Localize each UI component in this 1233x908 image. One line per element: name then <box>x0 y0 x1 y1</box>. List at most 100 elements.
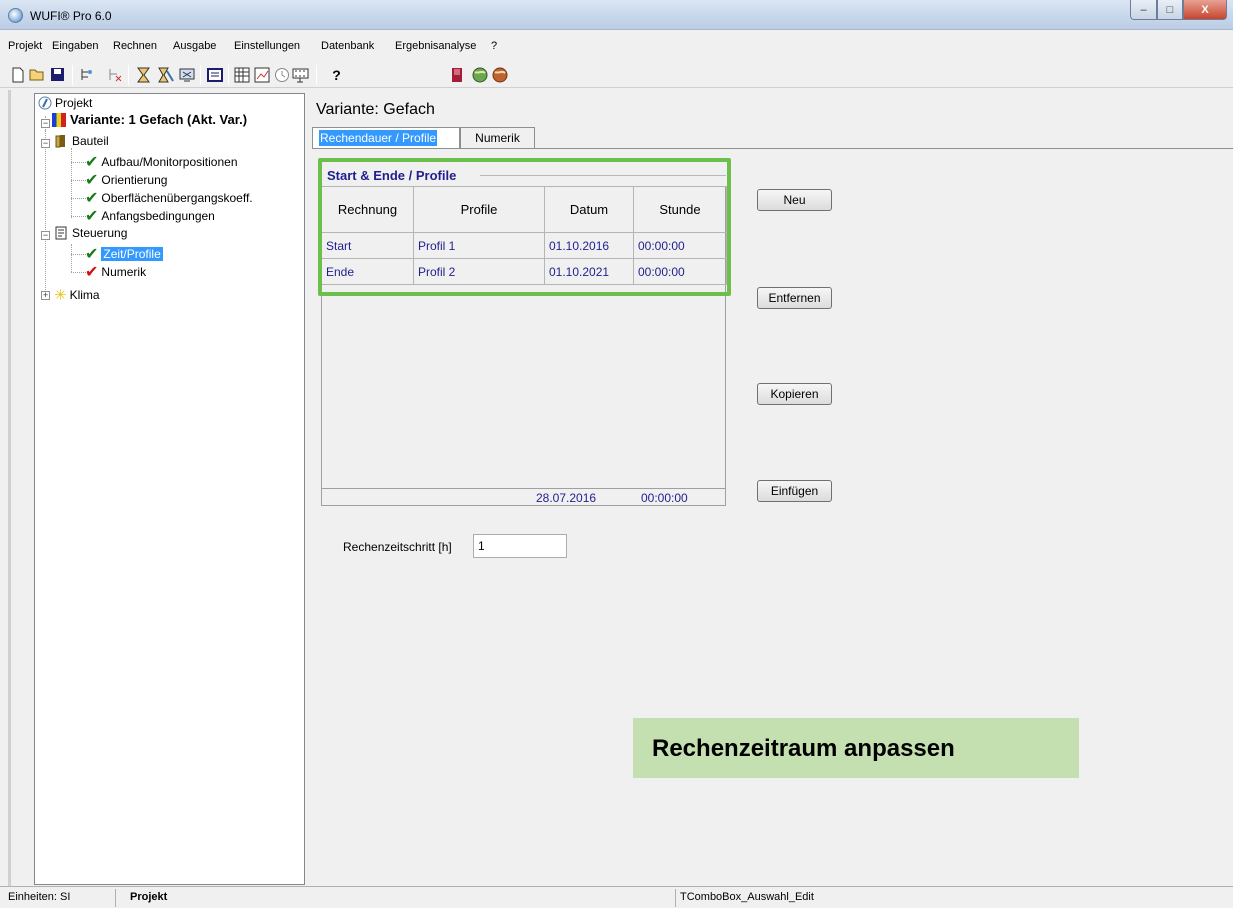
step-label: Rechenzeitschritt [h] <box>343 540 452 554</box>
cell-rechnung[interactable]: Ende <box>321 258 414 285</box>
tree-expander-bauteil[interactable]: − <box>41 139 50 148</box>
check-icon: ✔ <box>85 190 99 207</box>
tree-expander-steuerung[interactable]: − <box>41 231 50 240</box>
tree-expander-klima[interactable]: + <box>41 291 50 300</box>
menu-bar: Projekt Eingaben Rechnen Ausgabe Einstel… <box>0 37 1233 57</box>
cell-stunde[interactable]: 00:00:00 <box>633 258 727 285</box>
header-stunde[interactable]: Stunde <box>633 186 727 233</box>
control-icon <box>55 226 67 240</box>
chart-icon[interactable] <box>253 66 270 83</box>
component-icon <box>55 135 65 148</box>
check-icon: ✔ <box>85 154 99 171</box>
menu-rechnen[interactable]: Rechnen <box>113 40 157 52</box>
tree-node-orientierung[interactable]: ✔ Orientierung <box>85 170 167 190</box>
check-icon: ✔ <box>85 246 99 263</box>
menu-einstellungen[interactable]: Einstellungen <box>234 40 300 52</box>
new-file-icon[interactable] <box>9 66 26 83</box>
check-icon: ✔ <box>85 172 99 189</box>
tree-label-zeit-profile: Zeit/Profile <box>101 247 163 261</box>
table-row[interactable]: Start Profil 1 01.10.2016 00:00:00 <box>321 232 727 259</box>
book-icon[interactable] <box>449 66 466 83</box>
group-title: Start & Ende / Profile <box>324 168 460 183</box>
tab-label-rechendauer: Rechendauer / Profile <box>319 130 438 146</box>
tree-node-bauteil[interactable]: Bauteil <box>54 134 109 148</box>
cell-profile[interactable]: Profil 2 <box>413 258 545 285</box>
tree-label-projekt: Projekt <box>55 96 93 110</box>
tree-label-bauteil: Bauteil <box>72 134 109 148</box>
tree-label-orientierung: Orientierung <box>101 173 168 187</box>
project-tree[interactable]: Projekt − Variante: 1 Gefach (Akt. Var.)… <box>34 93 305 885</box>
variant-title: Variante: Gefach <box>316 101 435 118</box>
title-bar: WUFI® Pro 6.0 – □ X <box>0 0 1233 30</box>
paste-button[interactable]: Einfügen <box>757 480 832 502</box>
menu-projekt[interactable]: Projekt <box>8 40 42 52</box>
tree-node-steuerung[interactable]: Steuerung <box>54 226 127 240</box>
header-datum[interactable]: Datum <box>544 186 634 233</box>
tree-label-steuerung: Steuerung <box>72 226 128 240</box>
cell-profile[interactable]: Profil 1 <box>413 232 545 259</box>
tree-node-projekt[interactable]: Projekt <box>38 96 92 110</box>
tree-node-zeit-profile[interactable]: ✔ Zeit/Profile <box>85 244 163 264</box>
tree-node-oberflaeche[interactable]: ✔ Oberflächenübergangskoeff. <box>85 188 253 208</box>
tree-label-numerik: Numerik <box>101 265 147 279</box>
menu-datenbank[interactable]: Datenbank <box>321 40 374 52</box>
footer-datum: 28.07.2016 <box>536 491 597 505</box>
tree-node-aufbau[interactable]: ✔ Aufbau/Monitorpositionen <box>85 152 238 172</box>
tree-node-variant[interactable]: Variante: 1 Gefach (Akt. Var.) <box>52 112 247 127</box>
open-folder-icon[interactable] <box>29 66 46 83</box>
tab-rechendauer-profile[interactable]: Rechendauer / Profile <box>312 127 460 149</box>
tree-label-anfangsbedingungen: Anfangsbedingungen <box>101 209 215 223</box>
project-icon <box>38 96 52 110</box>
header-profile[interactable]: Profile <box>413 186 545 233</box>
copy-button[interactable]: Kopieren <box>757 383 832 405</box>
step-input[interactable] <box>473 534 567 558</box>
tree-label-oberflaeche: Oberflächenübergangskoeff. <box>101 191 253 205</box>
cell-datum[interactable]: 01.10.2016 <box>544 232 634 259</box>
menu-help[interactable]: ? <box>491 40 497 52</box>
tab-numerik[interactable]: Numerik <box>460 127 535 149</box>
header-rechnung[interactable]: Rechnung <box>321 186 414 233</box>
film-icon[interactable] <box>292 66 309 83</box>
grid-icon[interactable] <box>233 66 250 83</box>
globe-green-icon[interactable] <box>471 66 488 83</box>
window-title: WUFI® Pro 6.0 <box>30 9 112 23</box>
hourglass-icon[interactable] <box>135 66 152 83</box>
tree-node-anfangsbedingungen[interactable]: ✔ Anfangsbedingungen <box>85 206 215 226</box>
help-icon[interactable]: ? <box>328 66 345 83</box>
callout-note: Rechenzeitraum anpassen <box>633 718 1079 778</box>
group-separator <box>480 175 726 176</box>
cell-rechnung[interactable]: Start <box>321 232 414 259</box>
remove-button[interactable]: Entfernen <box>757 287 832 309</box>
close-button[interactable]: X <box>1183 0 1227 20</box>
tree-node-klima[interactable]: ✳ Klima <box>54 286 100 304</box>
maximize-button[interactable]: □ <box>1157 0 1183 20</box>
table-icon[interactable] <box>206 66 223 83</box>
new-button[interactable]: Neu <box>757 189 832 211</box>
check-red-icon: ✔ <box>85 264 99 281</box>
tree-add-icon[interactable] <box>78 66 95 83</box>
profile-table: Rechnung Profile Datum Stunde Start Prof… <box>321 186 727 285</box>
tree-expander-variant[interactable]: − <box>41 119 50 128</box>
hourglass-multi-icon[interactable] <box>157 66 174 83</box>
globe-red-icon[interactable] <box>491 66 508 83</box>
menu-eingaben[interactable]: Eingaben <box>52 40 99 52</box>
tree-node-numerik[interactable]: ✔ Numerik <box>85 262 146 282</box>
menu-ausgabe[interactable]: Ausgabe <box>173 40 216 52</box>
minimize-button[interactable]: – <box>1130 0 1157 20</box>
save-icon[interactable] <box>49 66 66 83</box>
cell-datum[interactable]: 01.10.2021 <box>544 258 634 285</box>
table-header-row: Rechnung Profile Datum Stunde <box>321 186 727 233</box>
menu-ergebnisanalyse[interactable]: Ergebnisanalyse <box>395 40 476 52</box>
tree-remove-icon[interactable] <box>106 66 123 83</box>
tree-label-klima: Klima <box>69 288 100 302</box>
tab-label-numerik: Numerik <box>475 131 520 145</box>
table-row[interactable]: Ende Profil 2 01.10.2021 00:00:00 <box>321 258 727 285</box>
toolbar: ? <box>0 58 1233 88</box>
cell-stunde[interactable]: 00:00:00 <box>633 232 727 259</box>
clock-icon[interactable] <box>273 66 290 83</box>
footer-stunde: 00:00:00 <box>641 491 688 505</box>
calc-icon[interactable] <box>178 66 195 83</box>
status-mode: Projekt <box>130 891 168 903</box>
tree-label-aufbau: Aufbau/Monitorpositionen <box>101 155 238 169</box>
check-icon: ✔ <box>85 208 99 225</box>
